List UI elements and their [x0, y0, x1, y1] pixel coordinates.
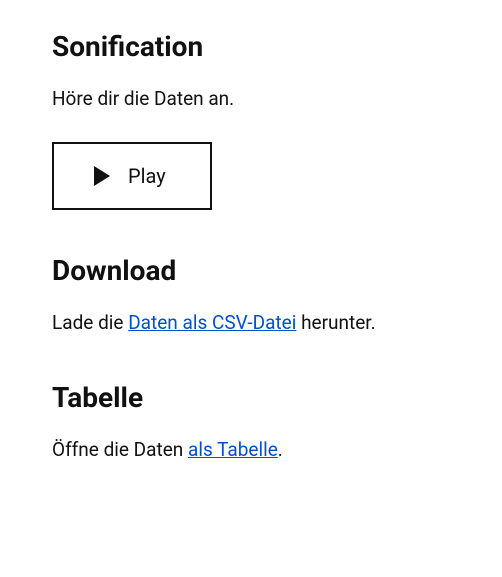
table-text-before: Öffne die Daten — [52, 438, 188, 461]
play-button-label: Play — [128, 164, 166, 188]
download-section: Download Lade die Daten als CSV-Datei he… — [52, 254, 450, 338]
play-icon — [94, 166, 110, 186]
play-button[interactable]: Play — [52, 142, 212, 210]
sonification-section: Sonification Höre dir die Daten an. Play — [52, 30, 450, 210]
download-text-before: Lade die — [52, 311, 128, 334]
table-text-after: . — [278, 438, 283, 461]
download-heading: Download — [52, 254, 450, 287]
download-csv-link[interactable]: Daten als CSV-Datei — [128, 311, 296, 334]
table-link[interactable]: als Tabelle — [188, 438, 278, 461]
sonification-description: Höre dir die Daten an. — [52, 85, 450, 114]
sonification-heading: Sonification — [52, 30, 450, 63]
download-text-after: herunter. — [296, 311, 375, 334]
table-heading: Tabelle — [52, 381, 450, 414]
download-text: Lade die Daten als CSV-Datei herunter. — [52, 309, 450, 338]
table-text: Öffne die Daten als Tabelle. — [52, 436, 450, 465]
table-section: Tabelle Öffne die Daten als Tabelle. — [52, 381, 450, 465]
